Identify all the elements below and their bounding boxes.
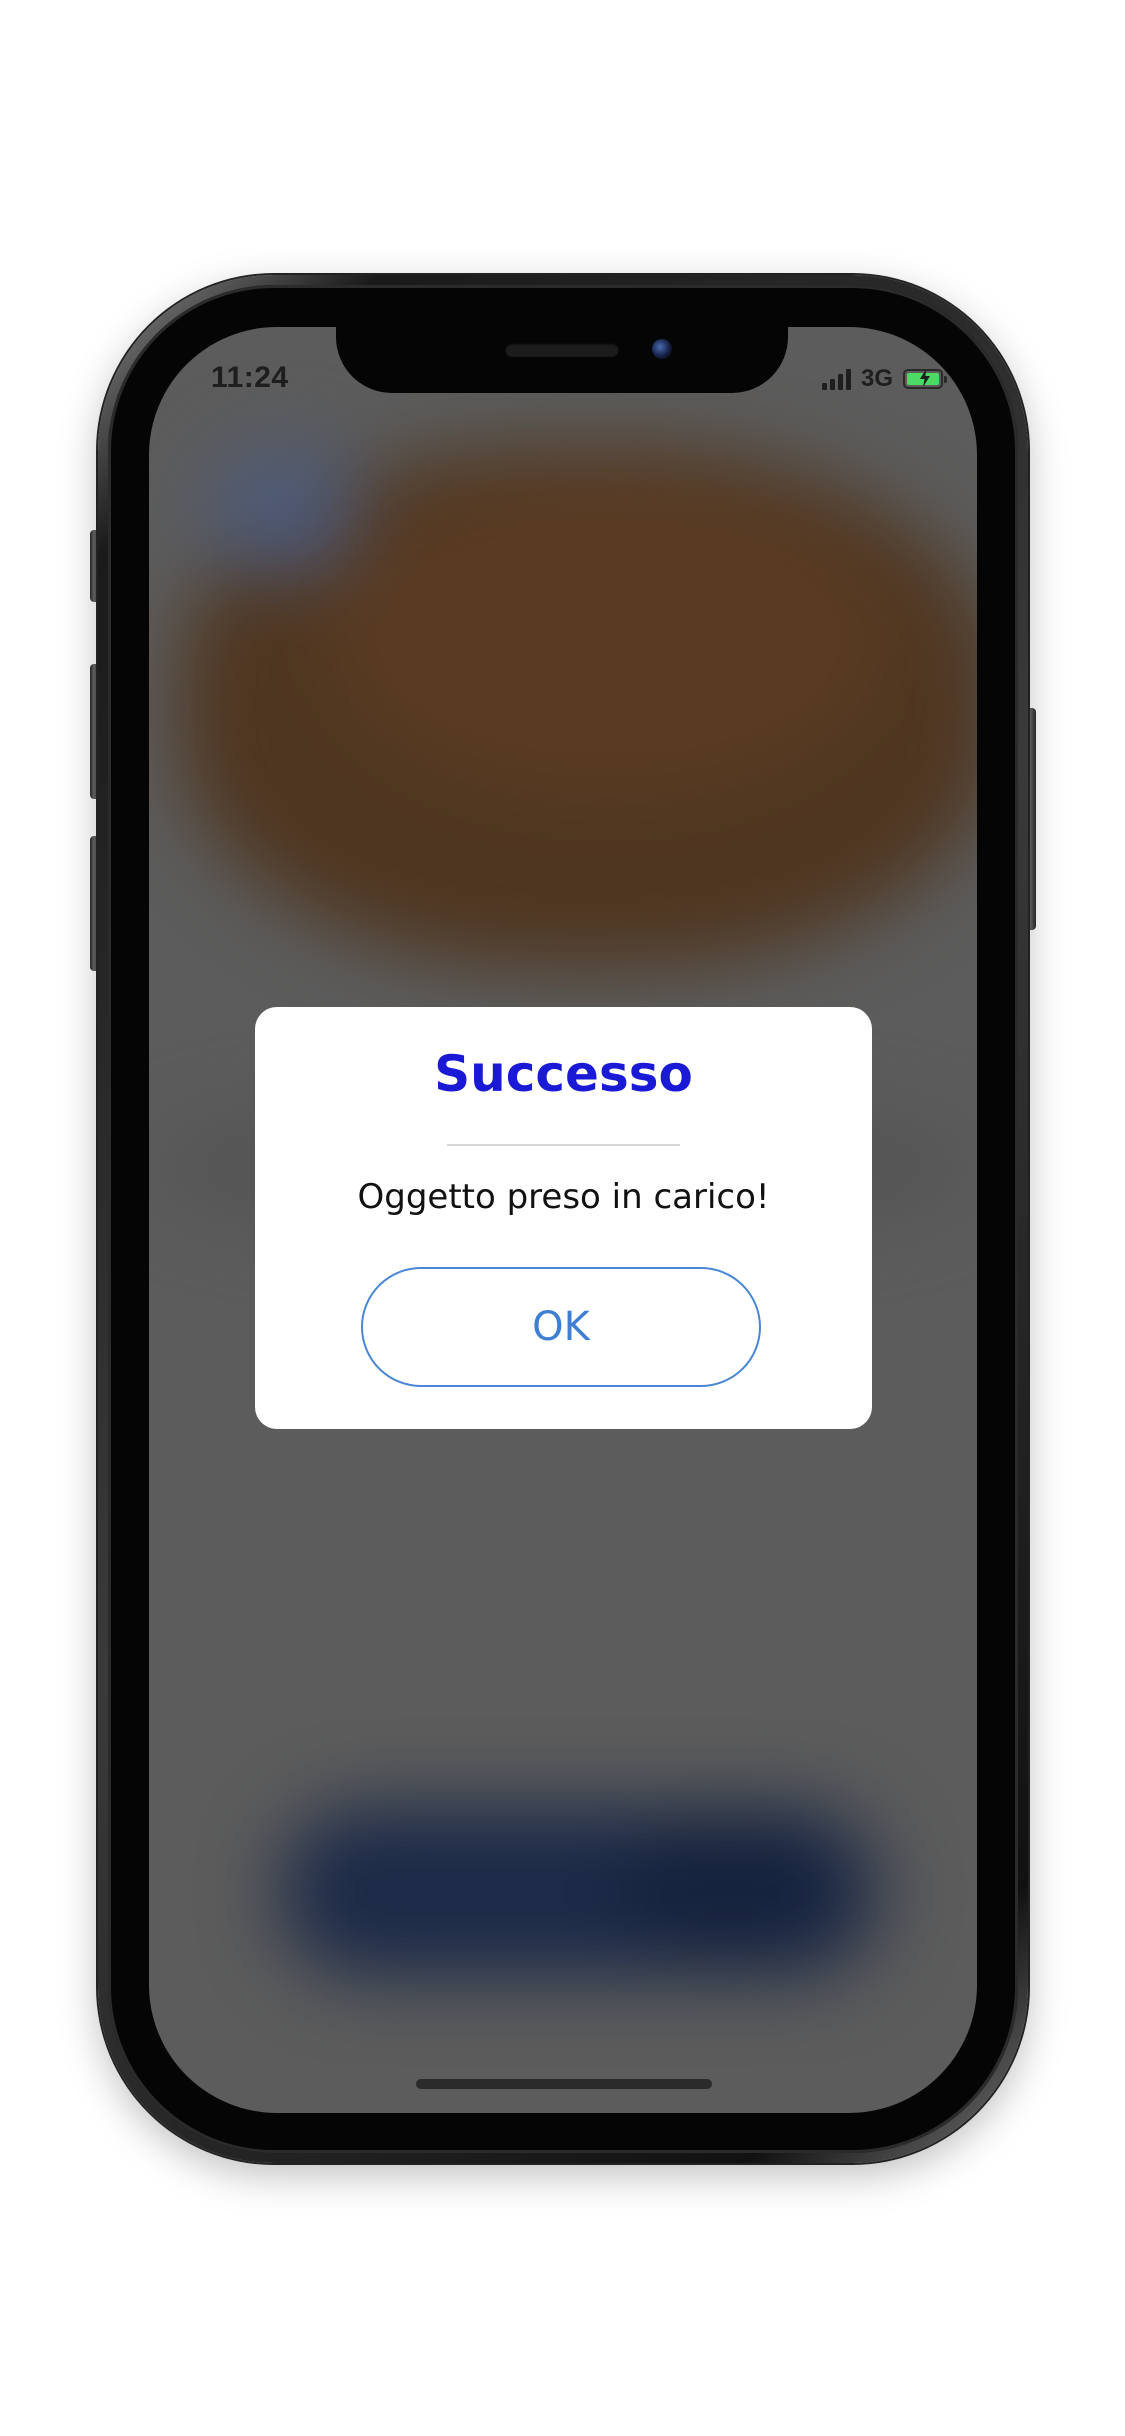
blurred-avatar-region (209, 447, 359, 577)
cellular-signal-icon (821, 368, 851, 390)
status-time: 11:24 (211, 361, 289, 394)
battery-level-fill (907, 369, 939, 387)
battery-charging-icon (903, 369, 947, 389)
ok-button[interactable]: OK (361, 1267, 761, 1387)
charging-bolt-icon (920, 369, 930, 387)
home-indicator[interactable] (416, 2079, 712, 2089)
device-notch (336, 325, 788, 393)
dialog-divider (447, 1144, 680, 1146)
app-screen: 11:24 3G Successo Oggetto preso in caric… (149, 327, 977, 2113)
earpiece-speaker-icon (505, 343, 619, 357)
dialog-title: Successo (434, 1045, 693, 1103)
dialog-message: Oggetto preso in carico! (357, 1177, 770, 1217)
network-type-label: 3G (860, 365, 893, 392)
status-indicators: 3G (821, 365, 947, 393)
blurred-action-button-secondary (619, 1827, 839, 1947)
page: 11:24 3G Successo Oggetto preso in caric… (0, 0, 1125, 2436)
front-camera-icon (652, 339, 672, 359)
blurred-image-highlight (329, 477, 889, 797)
success-alert-dialog: Successo Oggetto preso in carico! OK (255, 1007, 872, 1429)
